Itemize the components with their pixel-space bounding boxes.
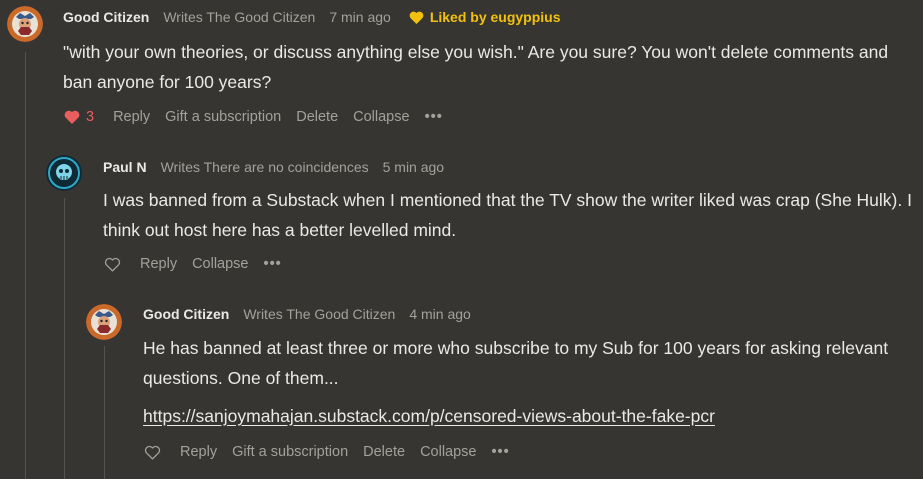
liked-by-text: Liked by eugyppius bbox=[429, 9, 561, 25]
like-button[interactable] bbox=[104, 257, 121, 272]
author-name[interactable]: Good Citizen bbox=[63, 9, 149, 25]
reply-button[interactable]: Reply bbox=[113, 109, 150, 125]
author-subtitle[interactable]: Writes The Good Citizen bbox=[163, 9, 315, 25]
heart-outline-icon bbox=[104, 257, 121, 272]
comment-link-line: https://sanjoymahajan.substack.com/p/cen… bbox=[143, 401, 918, 431]
avatar[interactable] bbox=[86, 304, 122, 340]
author-subtitle[interactable]: Writes The Good Citizen bbox=[243, 306, 395, 322]
timestamp[interactable]: 7 min ago bbox=[329, 9, 390, 25]
reply-button[interactable]: Reply bbox=[180, 444, 217, 460]
more-options-icon[interactable]: ••• bbox=[491, 444, 509, 460]
like-count: 3 bbox=[86, 109, 95, 125]
author-name[interactable]: Good Citizen bbox=[143, 306, 229, 322]
thread-line bbox=[64, 198, 65, 479]
timestamp[interactable]: 5 min ago bbox=[383, 159, 444, 175]
collapse-button[interactable]: Collapse bbox=[192, 256, 248, 272]
delete-button[interactable]: Delete bbox=[363, 444, 405, 460]
heart-icon bbox=[409, 11, 424, 24]
collapse-button[interactable]: Collapse bbox=[353, 109, 409, 125]
comment-link[interactable]: https://sanjoymahajan.substack.com/p/cen… bbox=[143, 406, 715, 426]
gift-subscription-button[interactable]: Gift a subscription bbox=[232, 444, 348, 460]
thread-line bbox=[25, 52, 26, 479]
comment-body: "with your own theories, or discuss anyt… bbox=[63, 42, 889, 92]
avatar[interactable] bbox=[7, 6, 43, 42]
collapse-button[interactable]: Collapse bbox=[420, 444, 476, 460]
comment-header: Paul N Writes There are no coincidences … bbox=[103, 157, 462, 177]
author-subtitle[interactable]: Writes There are no coincidences bbox=[161, 159, 369, 175]
comment-actions: Reply Gift a subscription Delete Collaps… bbox=[144, 441, 510, 463]
more-options-icon[interactable]: ••• bbox=[425, 109, 443, 125]
gift-subscription-button[interactable]: Gift a subscription bbox=[165, 109, 281, 125]
heart-outline-icon bbox=[144, 445, 161, 460]
comment-body: He has banned at least three or more who… bbox=[143, 338, 889, 388]
like-button[interactable] bbox=[144, 445, 161, 460]
thread-line bbox=[104, 346, 105, 479]
comment-header: Good Citizen Writes The Good Citizen 4 m… bbox=[143, 304, 489, 324]
comment-actions: Reply Collapse ••• bbox=[104, 253, 282, 275]
like-button[interactable]: 3 bbox=[64, 109, 94, 125]
timestamp[interactable]: 4 min ago bbox=[409, 306, 470, 322]
heart-icon bbox=[64, 110, 80, 124]
author-name[interactable]: Paul N bbox=[103, 159, 147, 175]
liked-by-badge: Liked by eugyppius bbox=[409, 9, 561, 25]
avatar[interactable] bbox=[46, 155, 82, 191]
comment-header: Good Citizen Writes The Good Citizen 7 m… bbox=[63, 7, 561, 27]
comment-body: I was banned from a Substack when I ment… bbox=[103, 190, 912, 240]
reply-button[interactable]: Reply bbox=[140, 256, 177, 272]
more-options-icon[interactable]: ••• bbox=[264, 256, 282, 272]
delete-button[interactable]: Delete bbox=[296, 109, 338, 125]
comment-actions: 3 Reply Gift a subscription Delete Colla… bbox=[64, 106, 443, 128]
